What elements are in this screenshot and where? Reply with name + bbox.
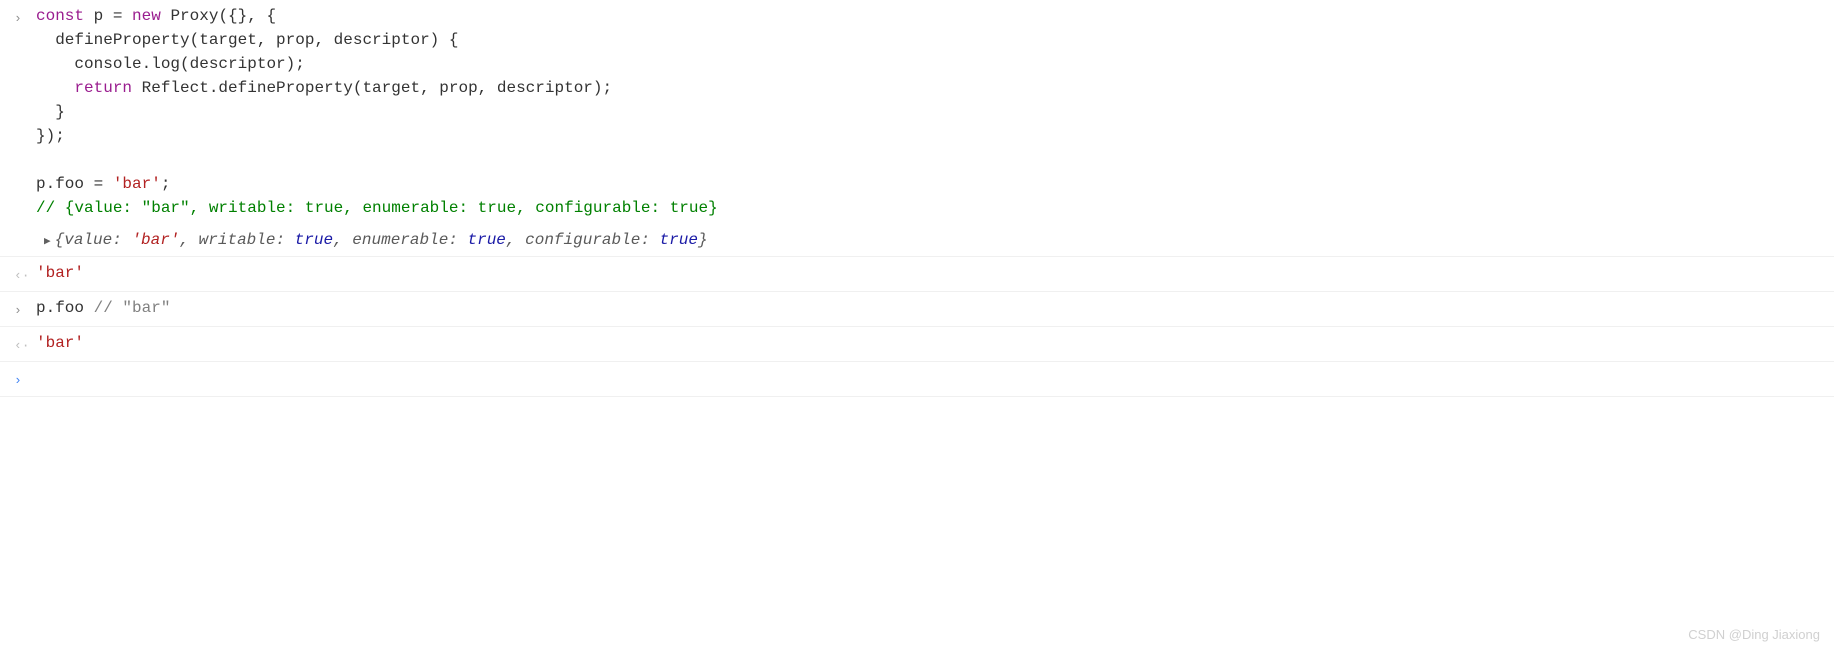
watermark-text: CSDN @Ding Jiaxiong [1688, 625, 1820, 645]
return-value-icon: ‹· [8, 331, 36, 357]
code-input: p.foo // "bar" [36, 296, 1826, 320]
console-row: › [0, 362, 1834, 397]
return-value-icon: ‹· [8, 261, 36, 287]
return-value: 'bar' [36, 331, 1826, 355]
input-caret[interactable] [36, 366, 1826, 390]
input-prompt-icon: › [8, 4, 36, 30]
console-row: ‹·'bar' [0, 327, 1834, 362]
expand-object-icon[interactable]: ▶ [44, 234, 51, 251]
input-prompt-icon: › [8, 296, 36, 322]
code-input: const p = new Proxy({}, { defineProperty… [36, 4, 1826, 220]
log-content: {value: 'bar', writable: true, enumerabl… [55, 231, 708, 249]
console-row: ›const p = new Proxy({}, { definePropert… [0, 0, 1834, 224]
return-value: 'bar' [36, 261, 1826, 285]
console-row: ‹·'bar' [0, 257, 1834, 292]
active-prompt-icon: › [8, 366, 36, 392]
console-log-output[interactable]: ▶{value: 'bar', writable: true, enumerab… [0, 224, 1834, 257]
console-row: ›p.foo // "bar" [0, 292, 1834, 327]
